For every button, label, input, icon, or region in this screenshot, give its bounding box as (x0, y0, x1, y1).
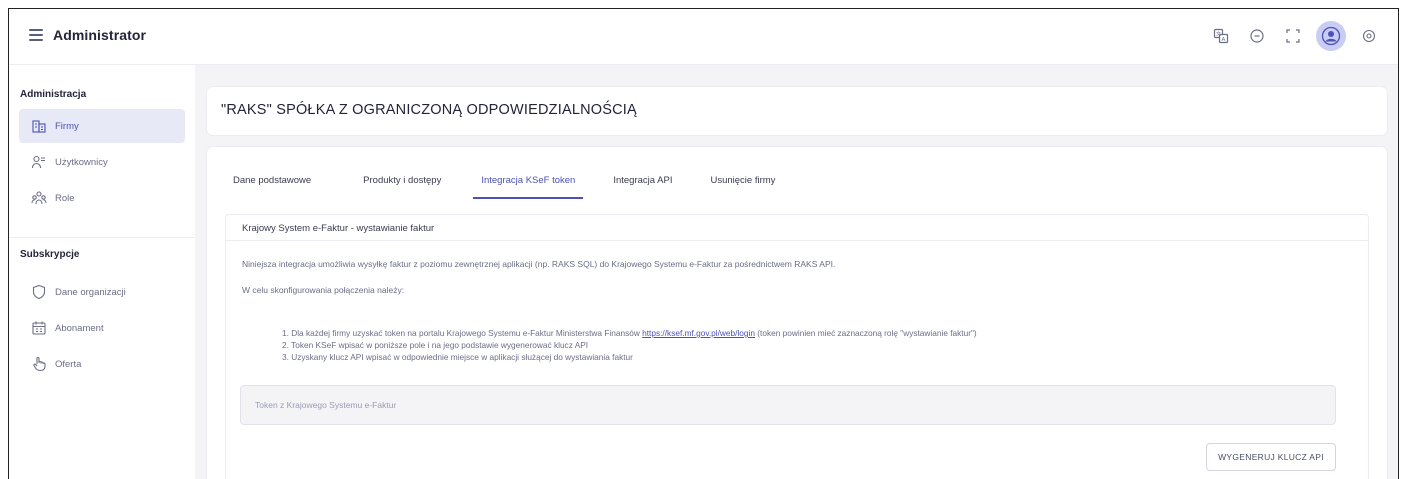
top-bar: Administrator 文A (9, 9, 1398, 65)
sidebar-divider (9, 237, 195, 238)
menu-icon[interactable] (29, 29, 43, 41)
setup-steps: 1. Dla każdej firmy uzyskać token na por… (282, 327, 977, 363)
sidebar-item-oferta[interactable]: Oferta (19, 347, 185, 381)
sidebar-item-label: Abonament (55, 322, 104, 334)
sidebar-item-label: Oferta (55, 358, 82, 370)
panel-title: Krajowy System e-Faktur - wystawianie fa… (226, 215, 1368, 241)
company-name: "RAKS" SPÓŁKA Z OGRANICZONĄ ODPOWIEDZIAL… (221, 102, 637, 118)
sidebar-item-role[interactable]: Role (19, 181, 185, 215)
company-header-card: "RAKS" SPÓŁKA Z OGRANICZONĄ ODPOWIEDZIAL… (207, 87, 1387, 135)
shield-icon (32, 284, 46, 300)
tab-bar: Dane podstawowe Produkty i dostępy Integ… (233, 169, 827, 199)
tab-integracja-api[interactable]: Integracja API (613, 169, 672, 195)
svg-text:A: A (1222, 37, 1226, 43)
setup-step: 3. Uzyskany klucz API wpisać w odpowiedn… (282, 352, 633, 362)
calendar-icon (32, 321, 46, 335)
company-details-card: Dane podstawowe Produkty i dostępy Integ… (207, 147, 1387, 479)
tab-produkty-i-dostepy[interactable]: Produkty i dostępy (363, 169, 441, 195)
tab-dane-podstawowe[interactable]: Dane podstawowe (233, 169, 311, 195)
generate-api-key-button[interactable]: WYGENERUJ KLUCZ API (1206, 443, 1336, 471)
translate-icon[interactable]: 文A (1208, 23, 1234, 49)
setup-intro: W celu skonfigurowania połączenia należy… (242, 285, 405, 295)
building-icon (32, 120, 46, 133)
tab-usuniecie-firmy[interactable]: Usunięcie firmy (710, 169, 775, 195)
sidebar-item-label: Firmy (55, 120, 79, 132)
sidebar-item-uzytkownicy[interactable]: Użytkownicy (19, 145, 185, 179)
roles-icon (31, 191, 47, 205)
setup-step: 1. Dla każdej firmy uzyskać token na por… (282, 327, 977, 339)
ksef-portal-link[interactable]: https://ksef.mf.gov.pl/web/login (642, 328, 755, 338)
sidebar-item-dane-organizacji[interactable]: Dane organizacji (19, 275, 185, 309)
sidebar-item-label: Dane organizacji (55, 286, 126, 298)
users-icon (31, 155, 45, 169)
app-title: Administrator (53, 27, 147, 43)
user-avatar-icon[interactable] (1316, 21, 1346, 51)
sidebar-item-label: Użytkownicy (55, 156, 108, 168)
svg-text:文: 文 (1216, 31, 1221, 38)
settings-icon[interactable] (1356, 23, 1382, 49)
ksef-panel: Krajowy System e-Faktur - wystawianie fa… (225, 214, 1369, 479)
top-actions: 文A (1208, 21, 1382, 51)
sidebar: Administracja Firmy Użytkownicy Role Sub… (9, 65, 195, 479)
step-text: (token powinien mieć zaznaczoną rolę "wy… (754, 328, 977, 338)
sidebar-section-title: Administracja (20, 89, 87, 100)
fullscreen-icon[interactable] (1280, 23, 1306, 49)
hand-pointer-icon (33, 356, 46, 372)
sidebar-item-label: Role (55, 192, 75, 204)
sidebar-item-firmy[interactable]: Firmy (19, 109, 185, 143)
step-text: 1. Dla każdej firmy uzyskać token na por… (282, 328, 643, 338)
app-window: Administrator 文A Administracja Firmy Uży… (8, 8, 1399, 479)
tab-integracja-ksef-token[interactable]: Integracja KSeF token (473, 169, 584, 199)
ksef-token-input[interactable] (240, 385, 1336, 425)
sidebar-section-title: Subskrypcje (20, 249, 80, 260)
sidebar-item-abonament[interactable]: Abonament (19, 311, 185, 345)
setup-step: 2. Token KSeF wpisać w poniższe pole i n… (282, 340, 589, 350)
main-content: "RAKS" SPÓŁKA Z OGRANICZONĄ ODPOWIEDZIAL… (195, 65, 1398, 479)
status-icon[interactable] (1244, 23, 1270, 49)
integration-description: Niniejsza integracja umożliwia wysyłkę f… (242, 259, 836, 269)
